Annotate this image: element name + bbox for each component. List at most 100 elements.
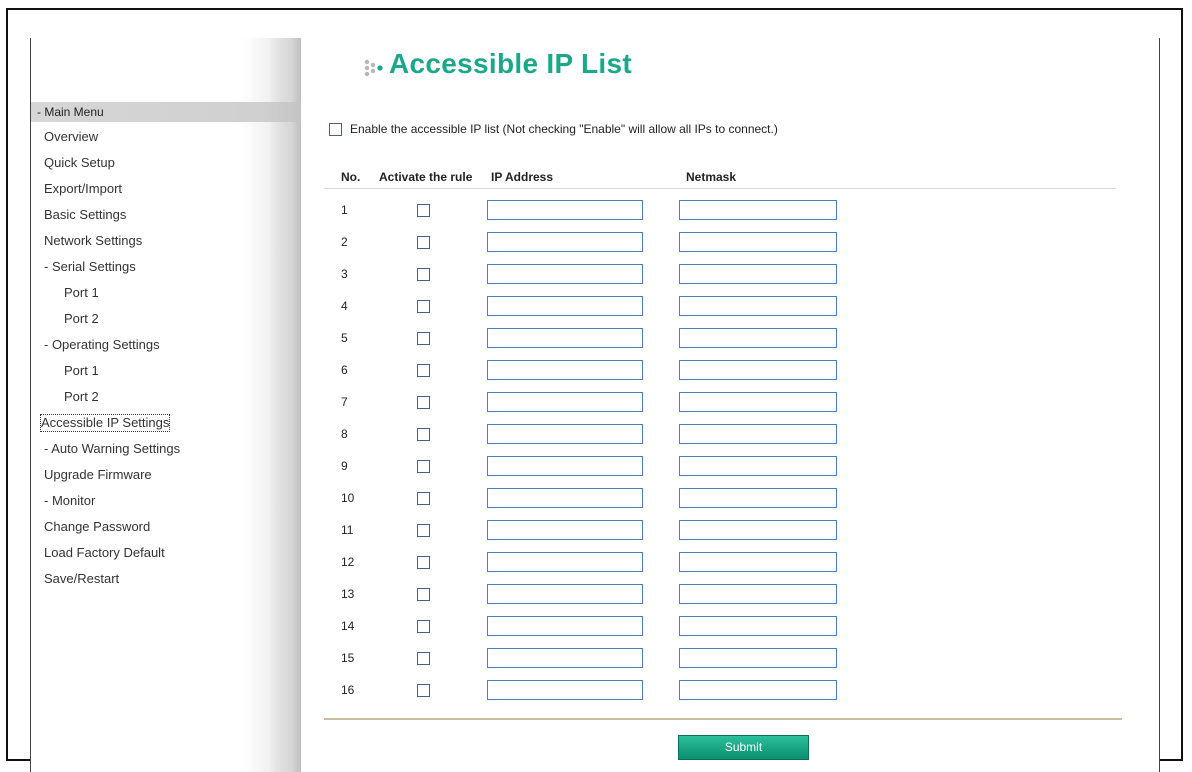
menu-item-operating-port-2[interactable]: Port 2 — [64, 389, 99, 405]
netmask-input[interactable] — [679, 520, 837, 540]
menu-item-save-restart[interactable]: Save/Restart — [44, 571, 119, 587]
row-number: 3 — [341, 267, 348, 281]
ip-address-input[interactable] — [487, 488, 643, 508]
ip-address-input[interactable] — [487, 264, 643, 284]
netmask-input[interactable] — [679, 424, 837, 444]
ip-address-input[interactable] — [487, 360, 643, 380]
main-menu-header[interactable]: - Main Menu — [31, 102, 301, 122]
sidebar: - Main Menu Overview Quick Setup Export/… — [31, 38, 301, 772]
menu-item-load-factory-default[interactable]: Load Factory Default — [44, 545, 165, 561]
netmask-input[interactable] — [679, 360, 837, 380]
row-number: 7 — [341, 395, 348, 409]
row-number: 4 — [341, 299, 348, 313]
row-number: 5 — [341, 331, 348, 345]
menu-item-change-password[interactable]: Change Password — [44, 519, 150, 535]
enable-row: Enable the accessible IP list (Not check… — [329, 122, 778, 136]
netmask-input[interactable] — [679, 648, 837, 668]
menu-item-quick-setup[interactable]: Quick Setup — [44, 155, 115, 171]
ip-address-input[interactable] — [487, 456, 643, 476]
activate-rule-checkbox[interactable] — [417, 556, 430, 569]
menu-item-network-settings[interactable]: Network Settings — [44, 233, 142, 249]
activate-rule-checkbox[interactable] — [417, 300, 430, 313]
ip-address-input[interactable] — [487, 232, 643, 252]
bottom-divider — [324, 718, 1122, 720]
activate-rule-checkbox[interactable] — [417, 396, 430, 409]
netmask-input[interactable] — [679, 552, 837, 572]
header-netmask: Netmask — [686, 170, 737, 184]
activate-rule-checkbox[interactable] — [417, 652, 430, 665]
header-no: No. — [341, 170, 361, 184]
browser-page: - Main Menu Overview Quick Setup Export/… — [30, 38, 1160, 772]
row-number: 2 — [341, 235, 348, 249]
row-number: 8 — [341, 427, 348, 441]
ip-address-input[interactable] — [487, 424, 643, 444]
menu-item-auto-warning-settings[interactable]: - Auto Warning Settings — [44, 441, 180, 457]
ip-address-input[interactable] — [487, 680, 643, 700]
menu-item-serial-settings[interactable]: - Serial Settings — [44, 259, 136, 275]
row-number: 6 — [341, 363, 348, 377]
main-content: Accessible IP List Enable the accessible… — [301, 38, 1159, 772]
ip-address-input[interactable] — [487, 520, 643, 540]
page-title: Accessible IP List — [389, 48, 633, 79]
netmask-input[interactable] — [679, 456, 837, 476]
activate-rule-checkbox[interactable] — [417, 524, 430, 537]
netmask-input[interactable] — [679, 232, 837, 252]
netmask-input[interactable] — [679, 392, 837, 412]
header-divider — [324, 188, 1116, 189]
ip-address-input[interactable] — [487, 552, 643, 572]
netmask-input[interactable] — [679, 680, 837, 700]
netmask-input[interactable] — [679, 488, 837, 508]
ip-address-input[interactable] — [487, 200, 643, 220]
enable-accessible-ip-label: Enable the accessible IP list (Not check… — [350, 122, 778, 136]
row-number: 13 — [341, 587, 355, 601]
ip-address-input[interactable] — [487, 616, 643, 636]
netmask-input[interactable] — [679, 616, 837, 636]
header-activate-rule: Activate the rule — [379, 170, 473, 184]
activate-rule-checkbox[interactable] — [417, 204, 430, 217]
netmask-input[interactable] — [679, 264, 837, 284]
submit-button[interactable]: Submit — [678, 735, 809, 760]
activate-rule-checkbox[interactable] — [417, 588, 430, 601]
menu-item-operating-settings[interactable]: - Operating Settings — [44, 337, 160, 353]
activate-rule-checkbox[interactable] — [417, 460, 430, 473]
ip-address-input[interactable] — [487, 584, 643, 604]
activate-rule-checkbox[interactable] — [417, 428, 430, 441]
row-number: 11 — [341, 523, 354, 537]
menu-item-export-import[interactable]: Export/Import — [44, 181, 122, 197]
menu-item-upgrade-firmware[interactable]: Upgrade Firmware — [44, 467, 152, 483]
ip-address-input[interactable] — [487, 392, 643, 412]
netmask-input[interactable] — [679, 584, 837, 604]
enable-accessible-ip-checkbox[interactable] — [329, 122, 342, 136]
menu-item-basic-settings[interactable]: Basic Settings — [44, 207, 126, 223]
row-number: 12 — [341, 555, 355, 569]
header-ip-address: IP Address — [491, 170, 554, 184]
menu-item-overview[interactable]: Overview — [44, 129, 98, 145]
dots-bullet-icon — [364, 59, 383, 77]
row-number: 10 — [341, 491, 355, 505]
row-number: 14 — [341, 619, 355, 633]
activate-rule-checkbox[interactable] — [417, 268, 430, 281]
sidebar-shadow — [269, 38, 301, 772]
ip-address-input[interactable] — [487, 648, 643, 668]
row-number: 15 — [341, 651, 355, 665]
menu-item-accessible-ip-settings[interactable]: Accessible IP Settings — [39, 414, 171, 432]
netmask-input[interactable] — [679, 328, 837, 348]
activate-rule-checkbox[interactable] — [417, 332, 430, 345]
menu-item-operating-port-1[interactable]: Port 1 — [64, 363, 99, 379]
netmask-input[interactable] — [679, 200, 837, 220]
row-number: 16 — [341, 683, 355, 697]
activate-rule-checkbox[interactable] — [417, 620, 430, 633]
ip-address-input[interactable] — [487, 328, 643, 348]
ip-address-input[interactable] — [487, 296, 643, 316]
menu-item-serial-port-2[interactable]: Port 2 — [64, 311, 99, 327]
activate-rule-checkbox[interactable] — [417, 364, 430, 377]
activate-rule-checkbox[interactable] — [417, 236, 430, 249]
menu-item-serial-port-1[interactable]: Port 1 — [64, 285, 99, 301]
row-number: 1 — [341, 203, 348, 217]
netmask-input[interactable] — [679, 296, 837, 316]
menu-item-monitor[interactable]: - Monitor — [44, 493, 95, 509]
screenshot-frame: - Main Menu Overview Quick Setup Export/… — [6, 8, 1183, 772]
activate-rule-checkbox[interactable] — [417, 684, 430, 697]
activate-rule-checkbox[interactable] — [417, 492, 430, 505]
row-number: 9 — [341, 459, 348, 473]
